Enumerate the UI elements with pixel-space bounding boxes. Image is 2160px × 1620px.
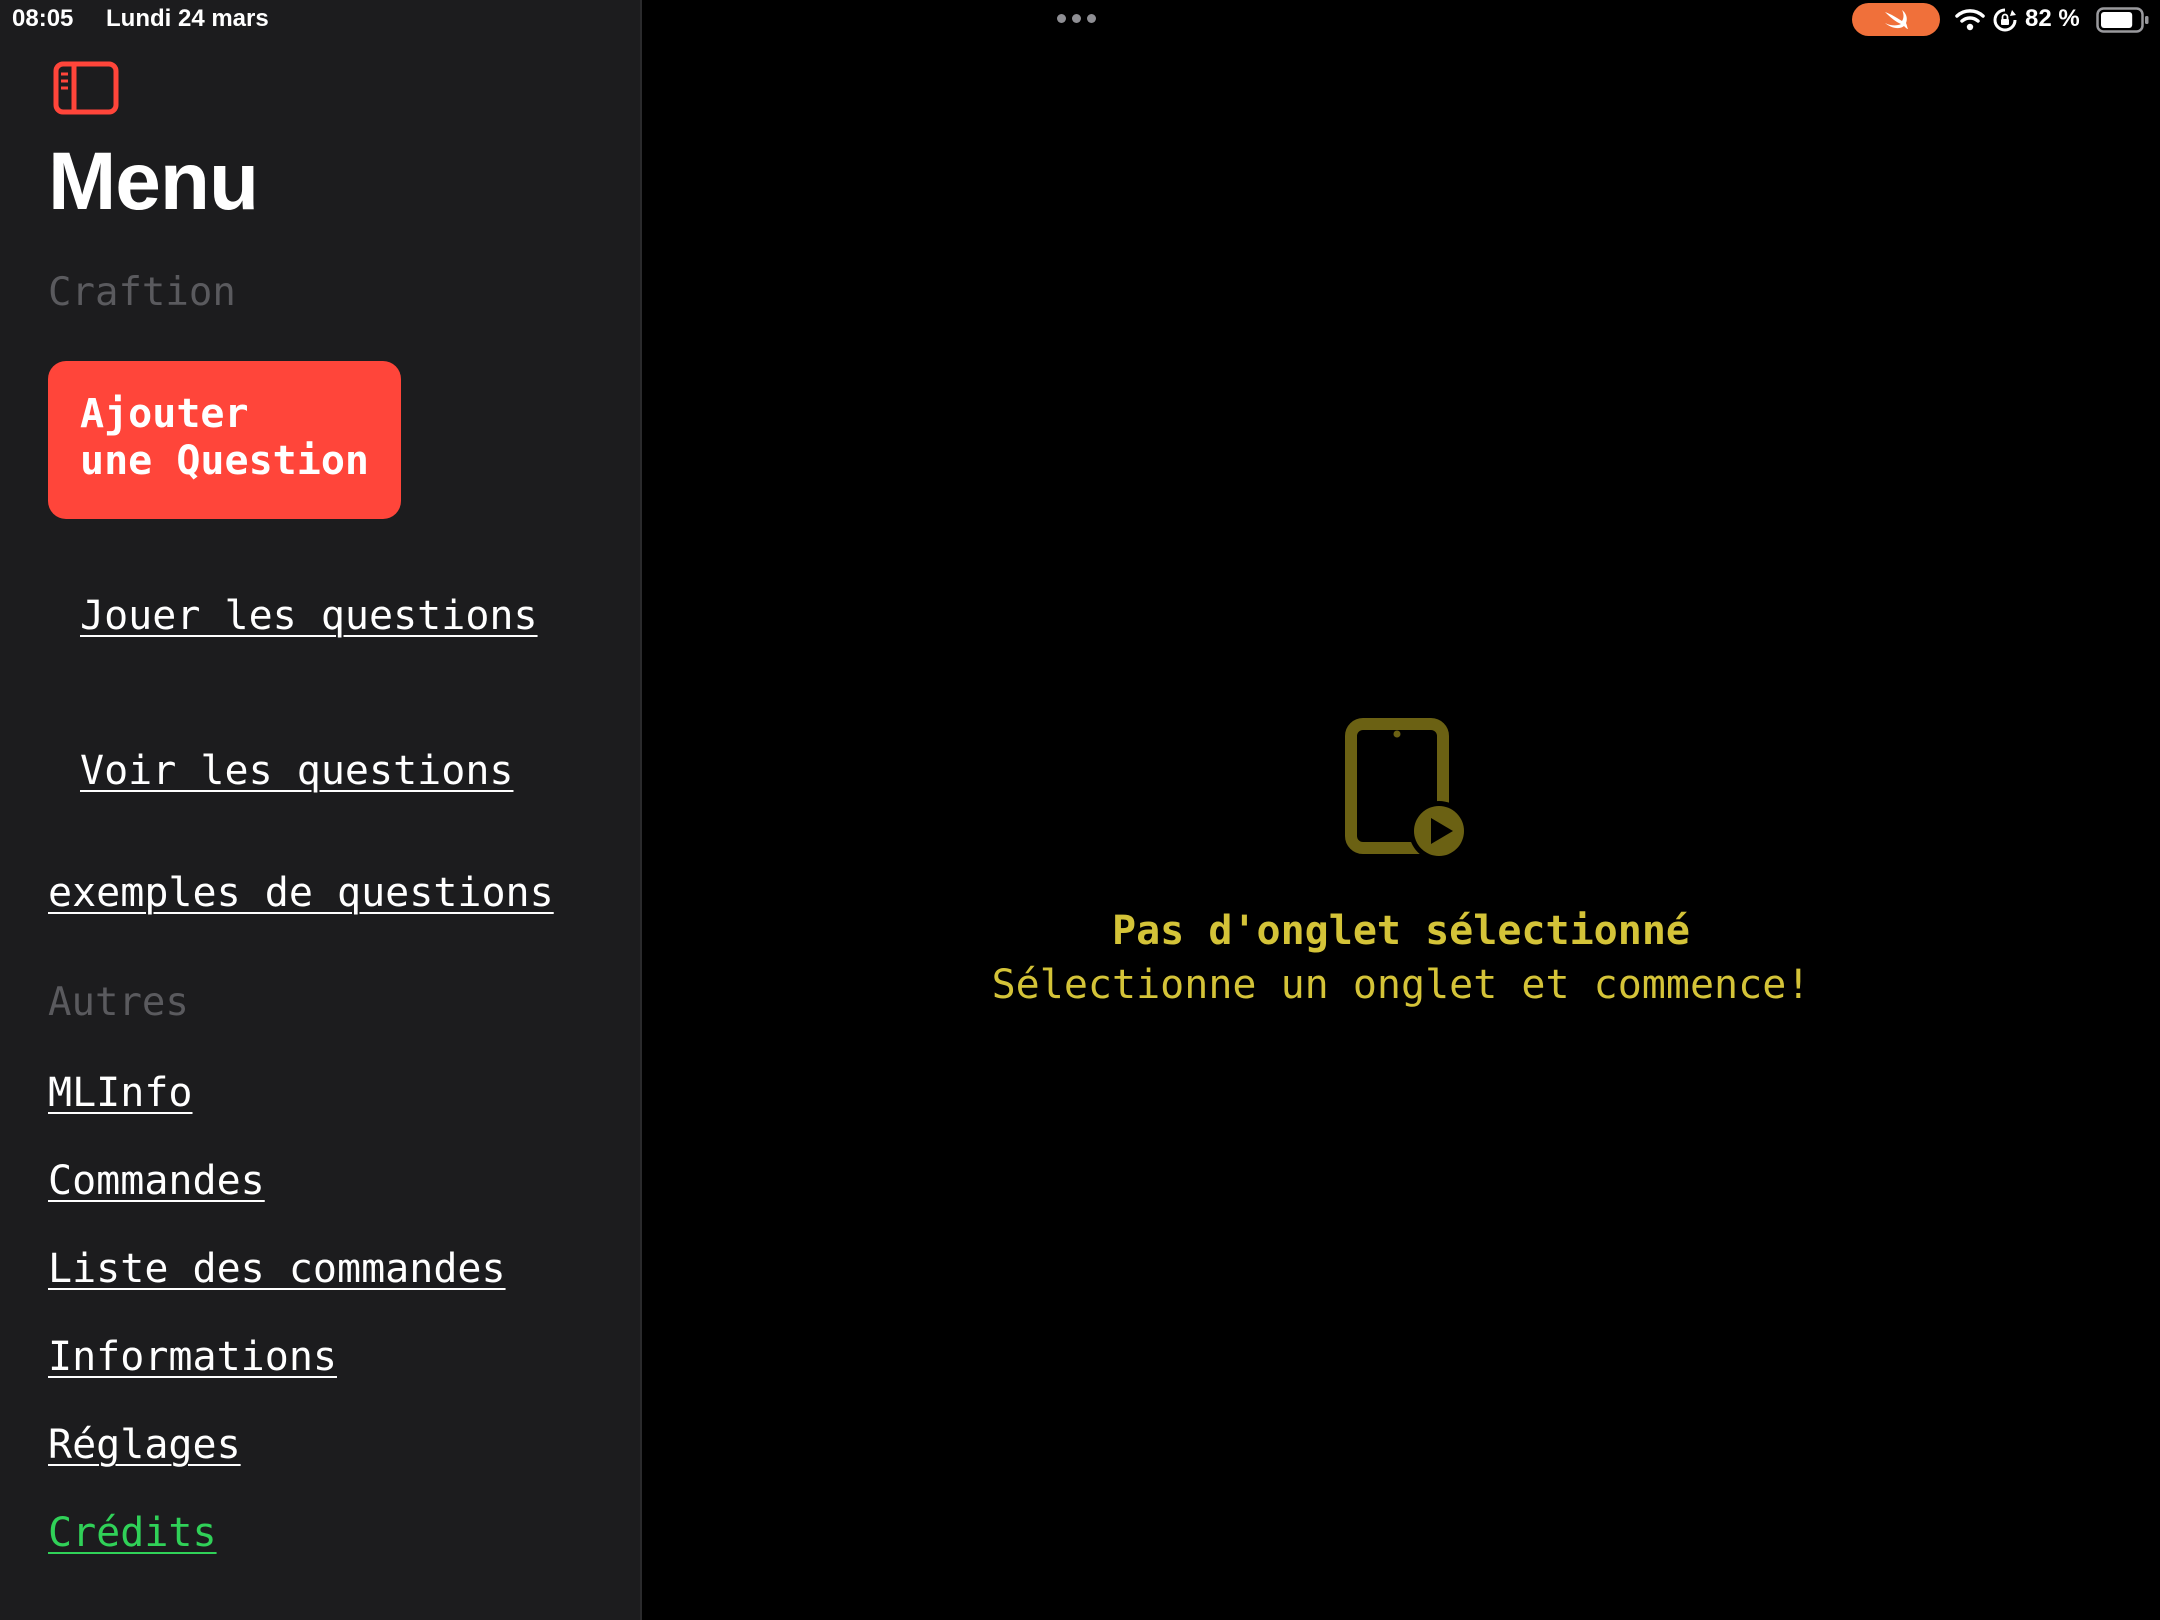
sidebar-divider — [640, 0, 642, 1620]
sidebar-item-credits[interactable]: Crédits — [48, 1510, 217, 1556]
status-bar: 08:05 Lundi 24 mars 82 % — [0, 0, 2160, 40]
add-question-button[interactable]: Ajouter une Question — [48, 361, 401, 519]
battery-icon — [2096, 7, 2149, 33]
empty-state-subtitle: Sélectionne un onglet et commence! — [991, 962, 1811, 1008]
page-title: Menu — [48, 136, 259, 227]
multitasking-dots-icon[interactable] — [1057, 14, 1096, 23]
wifi-icon — [1955, 9, 1985, 31]
battery-percentage: 82 % — [2025, 5, 2080, 32]
section-header-autres: Autres — [48, 980, 189, 1025]
play-questions-link[interactable]: Jouer les questions — [80, 593, 538, 639]
add-question-label-line1: Ajouter — [80, 391, 249, 437]
status-date: Lundi 24 mars — [106, 5, 269, 32]
sidebar-item-reglages[interactable]: Réglages — [48, 1422, 241, 1468]
swift-icon — [1885, 9, 1908, 29]
add-question-label-line2: une Question — [80, 438, 369, 484]
sidebar-item-mlinfo[interactable]: MLInfo — [48, 1070, 193, 1116]
sidebar-item-liste-commandes[interactable]: Liste des commandes — [48, 1246, 506, 1292]
sidebar-item-commandes[interactable]: Commandes — [48, 1158, 265, 1204]
status-time: 08:05 — [12, 5, 74, 32]
empty-state-title: Pas d'onglet sélectionné — [1112, 908, 1690, 954]
sidebar: Menu Craftion Ajouter une Question Jouer… — [0, 0, 640, 1620]
rotation-lock-icon — [1993, 8, 2017, 32]
question-examples-link[interactable]: exemples de questions — [48, 870, 554, 916]
sidebar-item-informations[interactable]: Informations — [48, 1334, 337, 1380]
ipad-play-icon — [1345, 718, 1469, 861]
section-header-craftion: Craftion — [48, 270, 236, 315]
view-questions-link[interactable]: Voir les questions — [80, 748, 513, 794]
app-screen: Menu Craftion Ajouter une Question Jouer… — [0, 0, 2160, 1620]
swift-playgrounds-indicator[interactable] — [1852, 3, 1940, 36]
sidebar-toggle-icon[interactable] — [52, 60, 120, 116]
